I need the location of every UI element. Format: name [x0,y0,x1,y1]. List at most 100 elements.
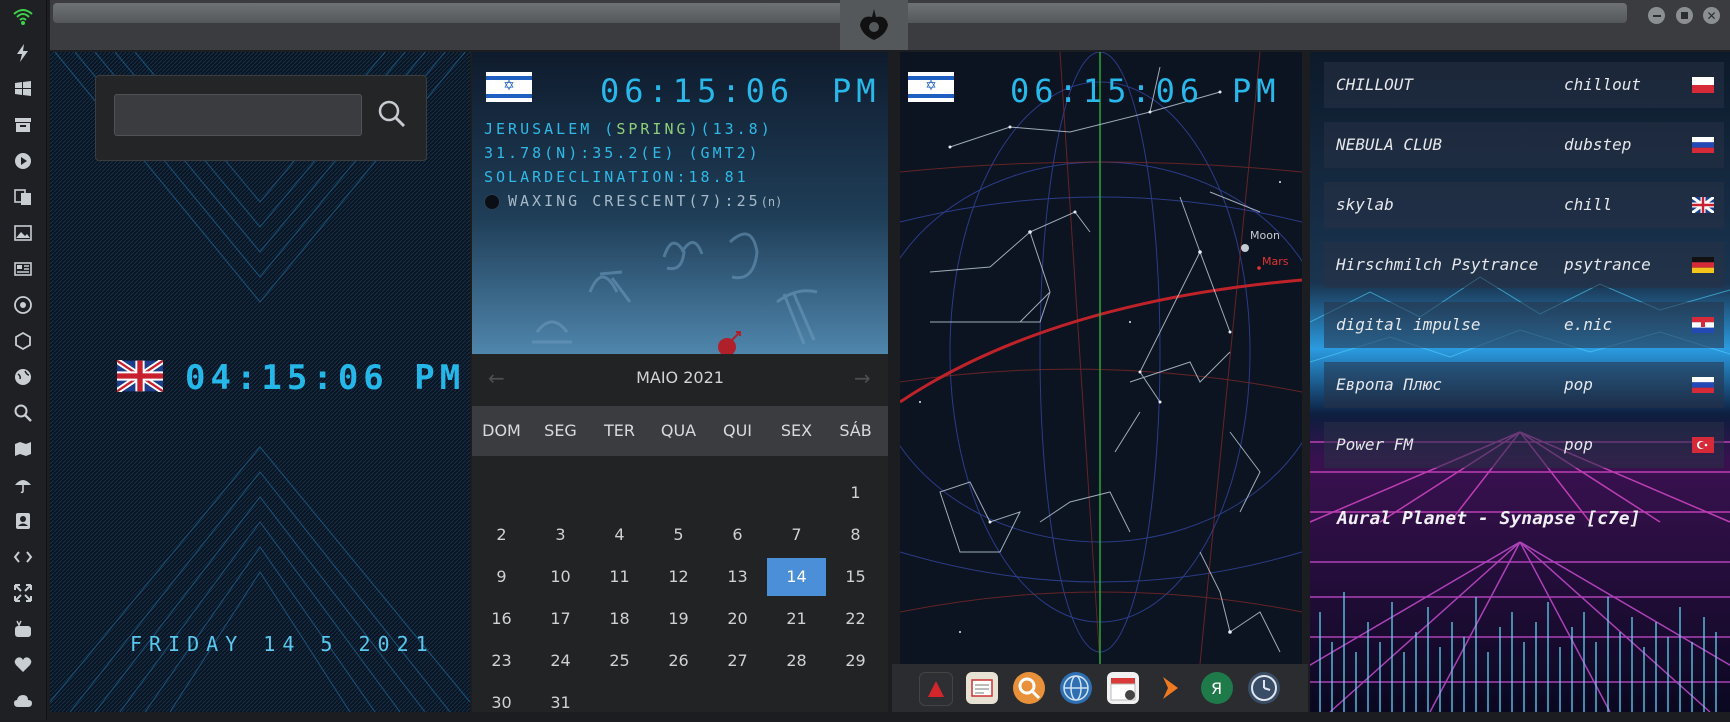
moon-label: Moon [1250,229,1280,242]
code-icon[interactable] [12,546,34,568]
calendar-day[interactable]: 16 [472,600,531,638]
aperture-icon[interactable] [12,294,34,316]
calendar-day[interactable]: 24 [531,642,590,680]
calendar-app-icon[interactable] [1107,672,1139,704]
adobe-icon[interactable] [919,672,953,706]
radio-panel: CHILLOUT chillout NEBULA CLUB dubstep sk… [1310,52,1730,712]
image-icon[interactable] [12,222,34,244]
station-name: Power FM [1336,435,1414,454]
globe-icon[interactable] [12,366,34,388]
maximize-button[interactable] [1676,7,1693,24]
calendar-day[interactable]: 25 [590,642,649,680]
moon-marker [1241,244,1249,252]
calendar-day[interactable]: 28 [767,642,826,680]
calendar-day[interactable]: 5 [649,516,708,554]
svg-text:Я: Я [1211,679,1222,698]
minimize-button[interactable] [1648,7,1665,24]
umbrella-icon[interactable] [12,474,34,496]
close-button[interactable]: ✕ [1703,7,1720,24]
contacts-icon[interactable] [12,510,34,532]
news-icon[interactable] [12,258,34,280]
calendar-day[interactable]: 15 [826,558,885,596]
station-row[interactable]: Европа Плюс pop [1324,362,1724,408]
youtube-icon[interactable] [12,618,34,640]
calendar-day[interactable]: 4 [590,516,649,554]
calendar-day[interactable]: 1 [826,474,885,512]
calendar-day[interactable]: 8 [826,516,885,554]
lightning-icon[interactable] [12,42,34,64]
expand-icon[interactable] [12,582,34,604]
calendar-header: ← MAIO 2021 → [472,354,888,402]
station-genre: chillout [1564,75,1642,94]
station-name: digital impulse [1336,315,1481,334]
calendar-widget: ← MAIO 2021 → DOM SEG TER QUA QUI SEX SÁ… [472,354,888,712]
station-row[interactable]: NEBULA CLUB dubstep [1324,122,1724,168]
windows-icon[interactable] [12,78,34,100]
calendar-day[interactable]: 21 [767,600,826,638]
rebel-logo-tab[interactable] [840,0,908,50]
station-row[interactable]: CHILLOUT chillout [1324,62,1724,108]
poland-flag-icon [1692,77,1714,93]
wifi-icon[interactable] [12,6,34,28]
moon-phase-line: WAXING CRESCENT(7):25(n) [484,192,782,210]
cloud-icon[interactable] [12,690,34,712]
calendar-day[interactable]: 10 [531,558,590,596]
archive-icon[interactable] [12,114,34,136]
play-icon[interactable] [12,150,34,172]
search-icon[interactable] [12,402,34,424]
calendar-day[interactable]: 31 [531,684,590,722]
weekday-label: QUI [722,421,753,440]
calendar-day[interactable]: 29 [826,642,885,680]
calendar-day[interactable]: 11 [590,558,649,596]
calendar-day[interactable]: 19 [649,600,708,638]
station-row[interactable]: digital impulse e.nic [1324,302,1724,348]
calendar-day[interactable]: 6 [708,516,767,554]
search-button[interactable] [376,98,408,130]
browser-icon[interactable] [1060,672,1092,704]
next-month-icon[interactable]: → [854,366,871,390]
hexagon-icon[interactable] [12,330,34,352]
map-icon[interactable] [12,438,34,460]
calendar-day[interactable]: 27 [708,642,767,680]
calendar-day[interactable]: 23 [472,642,531,680]
calendar-day[interactable]: 7 [767,516,826,554]
notes-icon[interactable] [966,672,998,704]
yandex-icon[interactable]: Я [1201,672,1233,704]
sky-ampm: PM [1232,72,1281,110]
israel-flag-icon: ✡ [908,72,954,102]
station-name: CHILLOUT [1336,75,1414,94]
calendar-day[interactable]: 20 [708,600,767,638]
mars-marker [1257,266,1261,270]
weekday-label: SÁB [839,421,872,440]
calendar-day[interactable]: 3 [531,516,590,554]
play-app-icon[interactable] [1154,672,1186,704]
app-dock: Я [892,664,1308,712]
calendar-day[interactable]: 30 [472,684,531,722]
calendar-day-selected[interactable]: 14 [767,558,826,596]
search-app-icon[interactable] [1013,672,1045,704]
search-input[interactable] [114,94,362,136]
turkey-flag-icon [1692,437,1714,453]
calendar-day[interactable]: 26 [649,642,708,680]
location-suffix: )(13.8) [688,120,773,138]
calendar-day[interactable]: 18 [590,600,649,638]
uk-clock-time: 04:15:06 PM [185,358,466,398]
season-text: SPRING [616,120,689,138]
calendar-day[interactable]: 13 [708,558,767,596]
clock-app-icon[interactable] [1248,672,1280,704]
astro-info-panel: ✡ 06:15:06 PM JERUSALEM (SPRING)(13.8) 3… [472,52,888,354]
station-row[interactable]: skylab chill [1324,182,1724,228]
translate-icon[interactable] [12,186,34,208]
weekday-label: SEG [544,421,577,440]
station-row[interactable]: Hirschmilch Psytrance psytrance [1324,242,1724,288]
calendar-day[interactable]: 9 [472,558,531,596]
calendar-day[interactable]: 2 [472,516,531,554]
calendar-day[interactable]: 22 [826,600,885,638]
station-row[interactable]: Power FM pop [1324,422,1724,468]
ecliptic-line [900,278,1302,404]
station-name: NEBULA CLUB [1336,135,1442,154]
heart-icon[interactable] [12,654,34,676]
weekday-label: DOM [482,421,521,440]
calendar-day[interactable]: 12 [649,558,708,596]
calendar-day[interactable]: 17 [531,600,590,638]
